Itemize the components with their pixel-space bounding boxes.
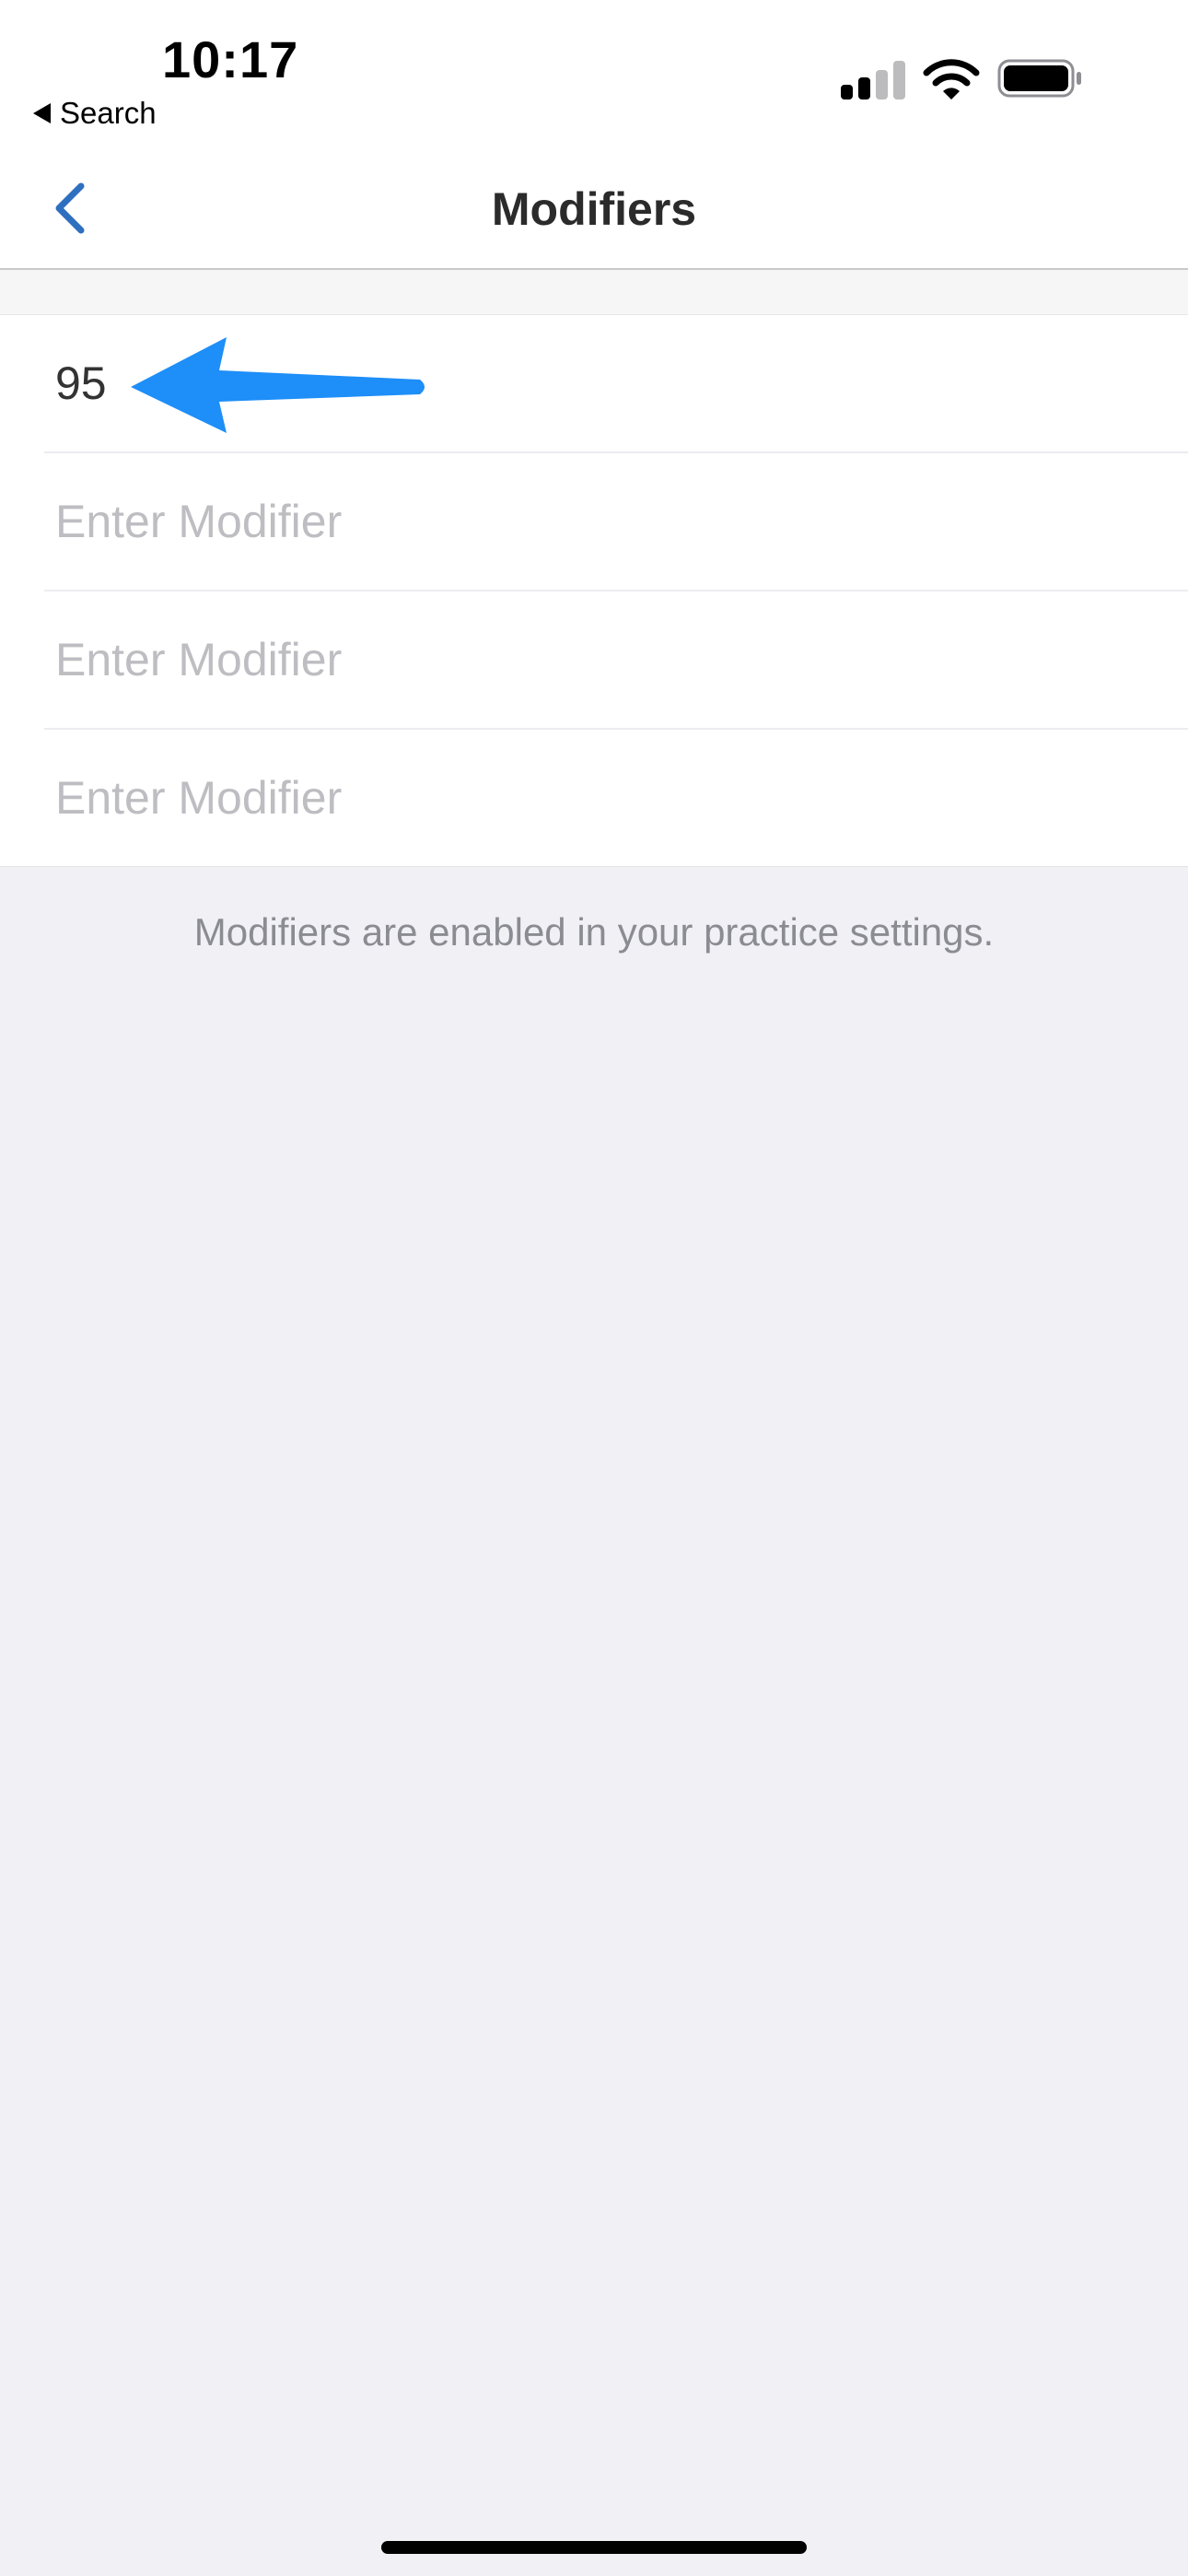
modifier-input-2[interactable] <box>55 453 1142 590</box>
modifier-row-4 <box>0 730 1188 868</box>
section-header-spacer <box>0 270 1188 315</box>
home-indicator[interactable] <box>381 2541 807 2554</box>
status-bar: 10:17 Search <box>0 0 1188 157</box>
modifier-list <box>0 315 1188 867</box>
navigation-bar: Modifiers <box>0 157 1188 270</box>
modifier-input-4[interactable] <box>55 730 1142 866</box>
modifier-input-3[interactable] <box>55 591 1142 728</box>
return-to-app-label: Search <box>60 96 157 130</box>
modifier-row-2 <box>0 453 1188 591</box>
wifi-icon <box>923 59 980 100</box>
return-to-app-button[interactable]: Search <box>33 96 157 131</box>
back-triangle-icon <box>33 103 51 123</box>
modifier-input-1[interactable] <box>55 315 1142 451</box>
modifier-row-3 <box>0 591 1188 730</box>
modifier-row-1 <box>0 315 1188 453</box>
status-time: 10:17 <box>162 30 299 88</box>
battery-icon <box>997 59 1081 98</box>
cellular-signal-icon <box>841 59 905 100</box>
page-title: Modifiers <box>491 183 697 235</box>
footer-note: Modifiers are enabled in your practice s… <box>193 910 995 954</box>
